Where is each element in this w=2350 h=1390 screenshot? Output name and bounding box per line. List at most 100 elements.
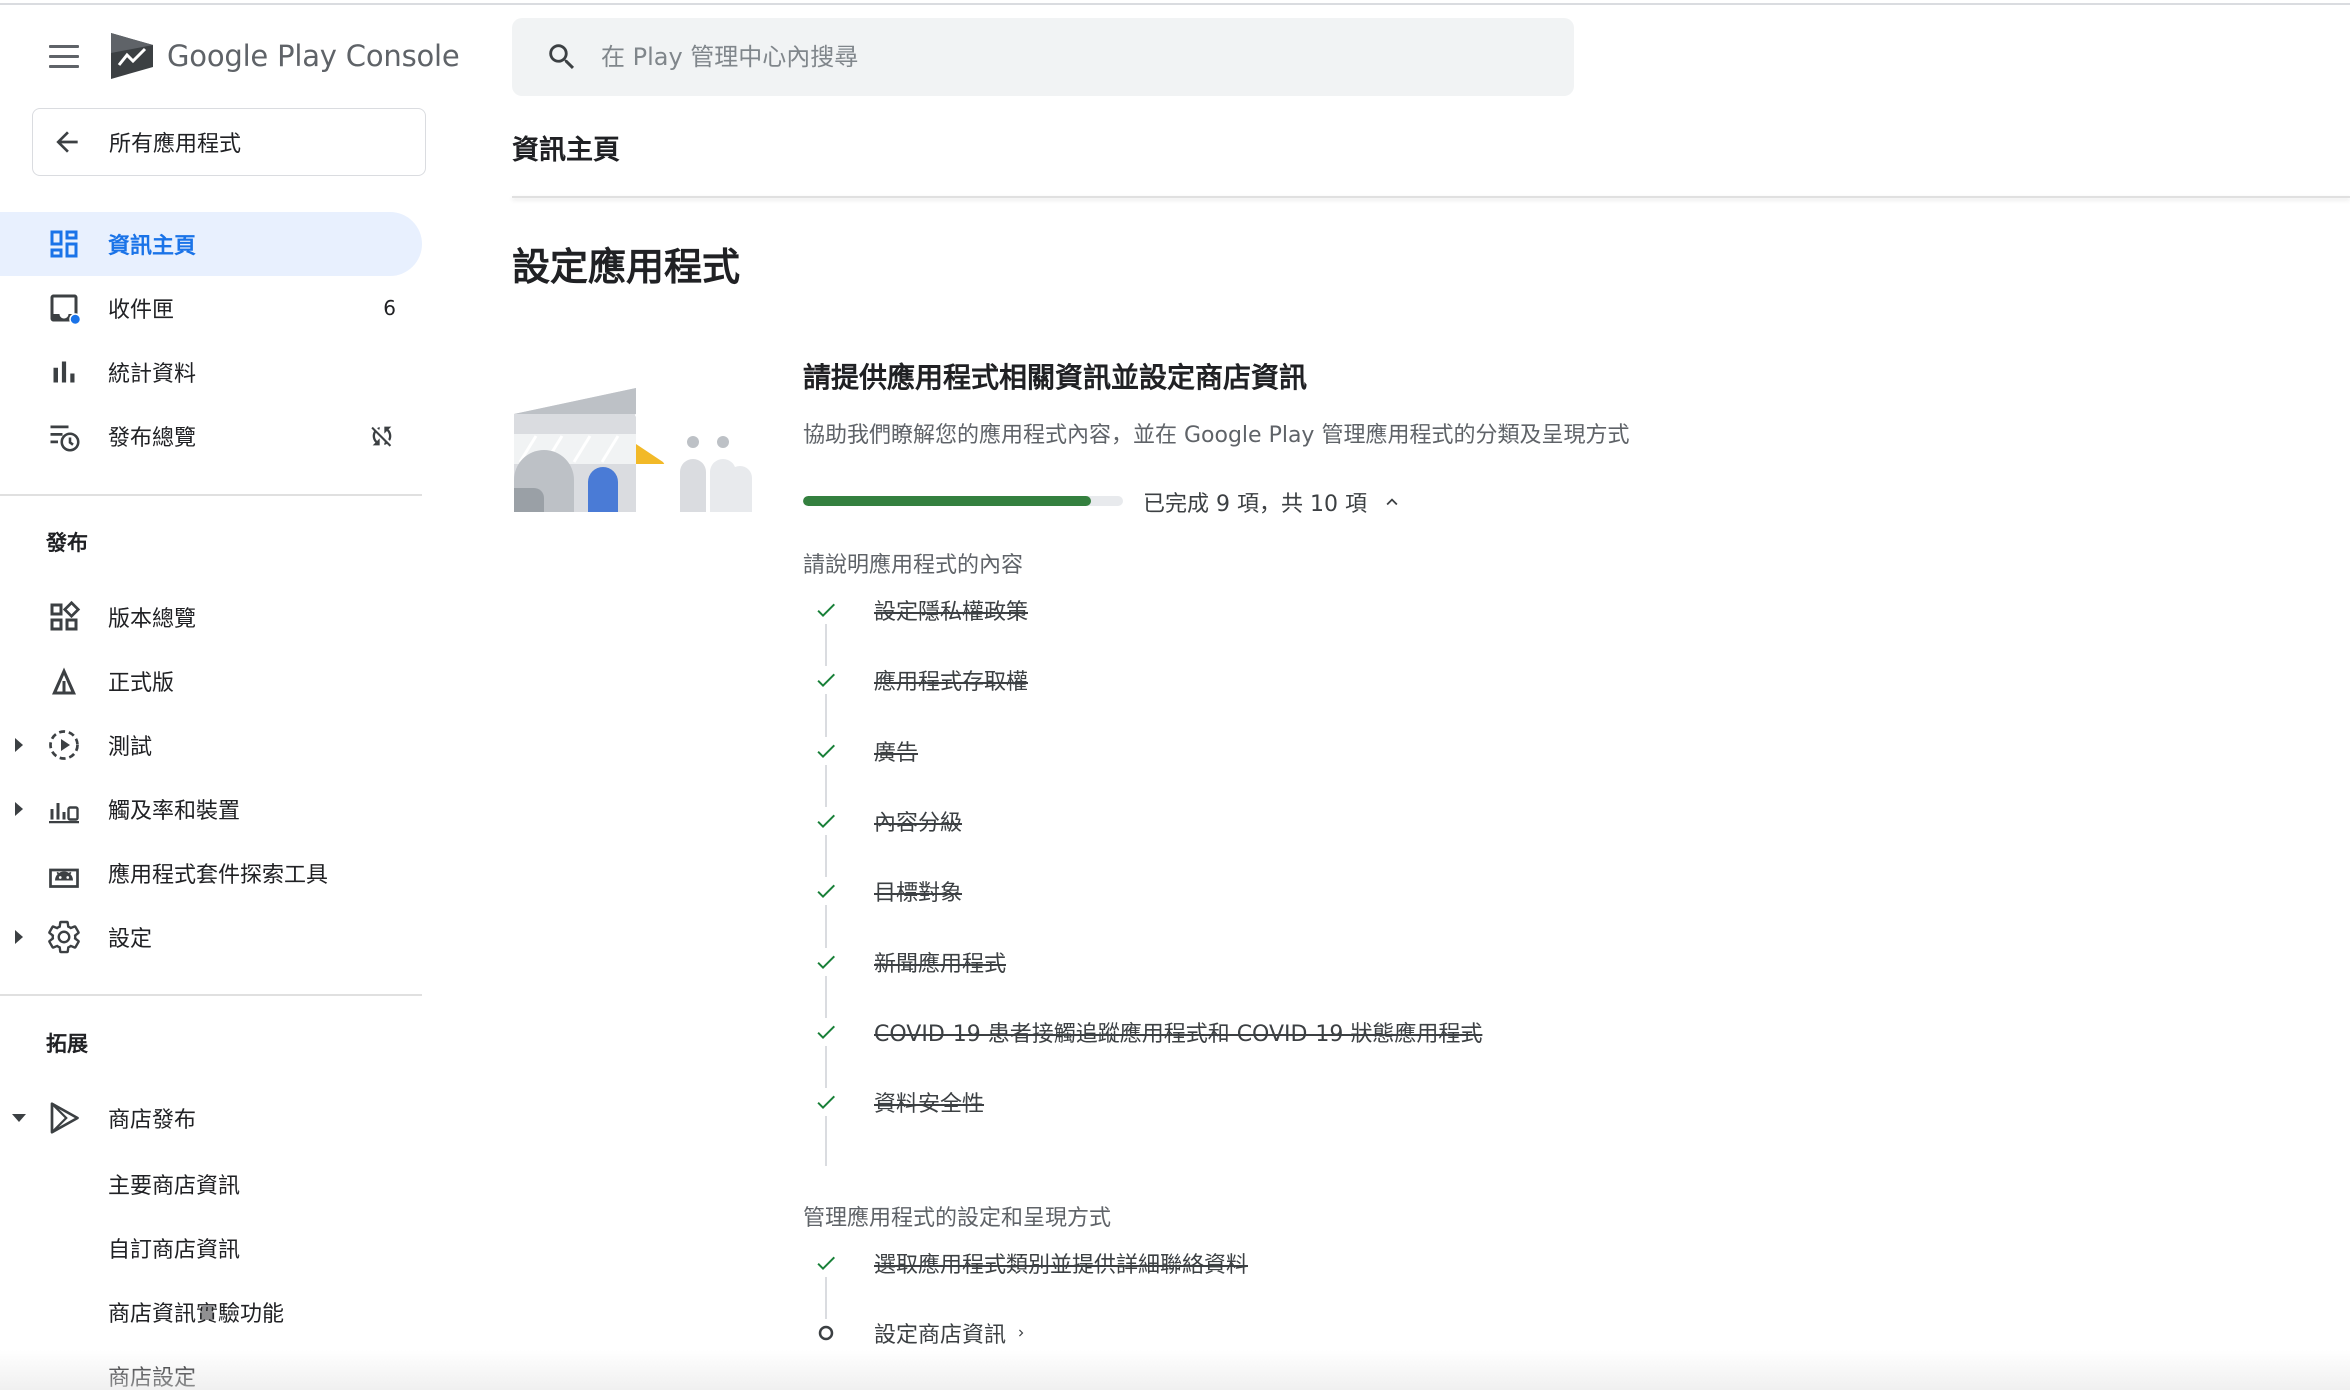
sidebar-subitem-listing-experiments[interactable]: 商店資訊實驗功能 [108, 1296, 284, 1328]
search-input[interactable] [601, 43, 1501, 71]
sidebar-item-label: 商店發布 [108, 1108, 197, 1133]
progress-toggle[interactable]: 已完成 9 項，共 10 項 [1143, 486, 1403, 518]
sidebar-item-label: 應用程式套件探索工具 [108, 863, 329, 888]
sync-disabled-icon [371, 426, 392, 447]
card-title: 請提供應用程式相關資訊並設定商店資訊 [803, 361, 1308, 394]
chevron-up-icon [1386, 498, 1398, 506]
sidebar-item-setup[interactable]: 設定 [0, 905, 422, 969]
check-icon [812, 596, 840, 624]
check-icon [812, 666, 840, 695]
setup-task[interactable]: 內容分級 [812, 803, 962, 839]
all-apps-button[interactable]: 所有應用程式 [32, 108, 426, 176]
gear-icon [48, 920, 80, 954]
sidebar-divider [0, 994, 422, 996]
task-label: 目標對象 [874, 881, 963, 907]
bar-chart-icon [53, 361, 75, 383]
task-label: 資料安全性 [874, 1092, 985, 1118]
sidebar-item-label: 發布總覽 [108, 426, 197, 451]
expand-arrow-icon [12, 738, 26, 752]
task-group-heading: 管理應用程式的設定和呈現方式 [803, 1206, 1112, 1231]
setup-task[interactable]: 設定隱私權政策 [812, 592, 1028, 628]
sidebar-item-releases-overview[interactable]: 版本總覽 [0, 585, 422, 649]
sidebar-subitem-custom-listings[interactable]: 自訂商店資訊 [108, 1232, 240, 1264]
sidebar-subitem-store-settings[interactable]: 商店設定 [108, 1360, 196, 1390]
search-bar[interactable] [512, 18, 1574, 96]
sidebar-item-store-presence[interactable]: 商店發布 [0, 1086, 422, 1150]
search-icon [549, 44, 575, 70]
section-title: 設定應用程式 [512, 245, 741, 289]
sidebar-item-label: 資訊主頁 [108, 234, 197, 259]
play-store-icon [50, 1102, 79, 1134]
sidebar-item-label: 正式版 [108, 671, 175, 696]
sidebar-divider [0, 494, 422, 496]
sidebar-item-label: 統計資料 [108, 362, 197, 387]
task-label: 設定商店資訊 [874, 1323, 1007, 1348]
sidebar-item-production[interactable]: 正式版 [0, 649, 422, 713]
progress-fill [803, 496, 1091, 506]
task-label: COVID-19 患者接觸追蹤應用程式和 COVID-19 狀態應用程式 [874, 1021, 1483, 1047]
check-icon [812, 947, 840, 976]
card-description: 協助我們瞭解您的應用程式內容，並在 Google Play 管理應用程式的分類及… [803, 423, 1630, 448]
brand-google-play: Google Play [167, 39, 337, 73]
sidebar-item-dashboard[interactable]: 資訊主頁 [0, 212, 422, 276]
setup-task[interactable]: 新聞應用程式 [812, 944, 1006, 980]
sidebar: Google Play Console 所有應用程式 資訊主頁 收件匣 6 統計… [0, 0, 460, 1390]
devices-chart-icon [49, 803, 79, 824]
brand-console: Console [345, 39, 460, 73]
sidebar-subitem-main-listing[interactable]: 主要商店資訊 [108, 1168, 240, 1200]
setup-task[interactable]: COVID-19 患者接觸追蹤應用程式和 COVID-19 狀態應用程式 [812, 1014, 1482, 1050]
task-label: 廣告 [874, 740, 919, 766]
progress-label: 已完成 9 項，共 10 項 [1143, 492, 1367, 517]
progress-bar [803, 496, 1123, 506]
check-icon [812, 1088, 840, 1117]
inbox-icon [50, 294, 82, 326]
task-label: 選取應用程式類別並提供詳細聯絡資料 [874, 1253, 1249, 1278]
section-heading-grow: 拓展 [46, 1032, 88, 1056]
brand-name: Google Play Console [167, 39, 460, 73]
setup-task[interactable]: 廣告 [812, 733, 918, 769]
sidebar-item-label: 收件匣 [108, 298, 175, 323]
setup-task[interactable]: 設定商店資訊 [812, 1315, 1028, 1351]
android-bundle-icon [49, 868, 79, 888]
production-icon [52, 667, 76, 695]
sidebar-item-inbox[interactable]: 收件匣 6 [0, 276, 422, 340]
pending-circle-icon [812, 1319, 840, 1347]
page-title: 資訊主頁 [512, 135, 620, 166]
inbox-count-badge: 6 [383, 296, 396, 320]
sidebar-item-app-bundle-explorer[interactable]: 應用程式套件探索工具 [0, 841, 422, 905]
sidebar-item-label: 測試 [108, 735, 153, 760]
check-icon [812, 736, 840, 765]
sidebar-item-statistics[interactable]: 統計資料 [0, 340, 422, 404]
publish-history-icon [50, 425, 80, 452]
section-heading-release: 發布 [46, 531, 88, 555]
chevron-right-icon [1019, 1329, 1024, 1337]
check-icon [812, 1249, 840, 1277]
sidebar-item-label: 觸及率和裝置 [108, 799, 241, 824]
setup-task[interactable]: 目標對象 [812, 873, 962, 909]
sidebar-item-testing[interactable]: 測試 [0, 713, 422, 777]
menu-icon[interactable] [44, 36, 84, 76]
setup-illustration [514, 388, 752, 512]
setup-task[interactable]: 應用程式存取權 [812, 662, 1028, 698]
grid-icon [50, 600, 81, 631]
sidebar-item-publishing-overview[interactable]: 發布總覽 [0, 404, 422, 468]
task-label: 內容分級 [874, 810, 963, 836]
collapse-arrow-icon [12, 1111, 26, 1125]
sidebar-item-label: 設定 [108, 927, 153, 952]
arrow-back-icon [56, 131, 78, 153]
task-label: 應用程式存取權 [874, 670, 1029, 696]
setup-task[interactable]: 資料安全性 [812, 1084, 984, 1120]
all-apps-label: 所有應用程式 [109, 132, 242, 157]
header-divider [512, 196, 2350, 198]
expand-arrow-icon [12, 802, 26, 816]
sidebar-item-label: 版本總覽 [108, 607, 197, 632]
dashboard-icon [50, 230, 78, 258]
sidebar-item-reach-devices[interactable]: 觸及率和裝置 [0, 777, 422, 841]
brand-bar: Google Play Console [44, 30, 460, 82]
play-console-logo[interactable] [109, 31, 155, 81]
expand-arrow-icon [12, 930, 26, 944]
check-icon [812, 1017, 840, 1046]
check-icon [812, 806, 840, 835]
setup-task[interactable]: 選取應用程式類別並提供詳細聯絡資料 [812, 1245, 1248, 1281]
task-label: 新聞應用程式 [874, 951, 1007, 977]
